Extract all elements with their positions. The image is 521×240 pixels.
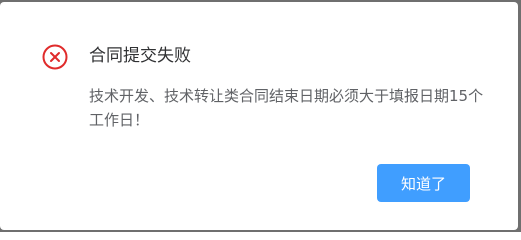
error-dialog: 合同提交失败 技术开发、技术转让类合同结束日期必须大于填报日期15个工作日！ 知… bbox=[0, 2, 518, 230]
error-circle-icon bbox=[42, 44, 68, 70]
ok-button[interactable]: 知道了 bbox=[377, 164, 470, 202]
dialog-message: 技术开发、技术转让类合同结束日期必须大于填报日期15个工作日！ bbox=[89, 87, 484, 129]
dialog-title: 合同提交失败 bbox=[89, 46, 191, 66]
